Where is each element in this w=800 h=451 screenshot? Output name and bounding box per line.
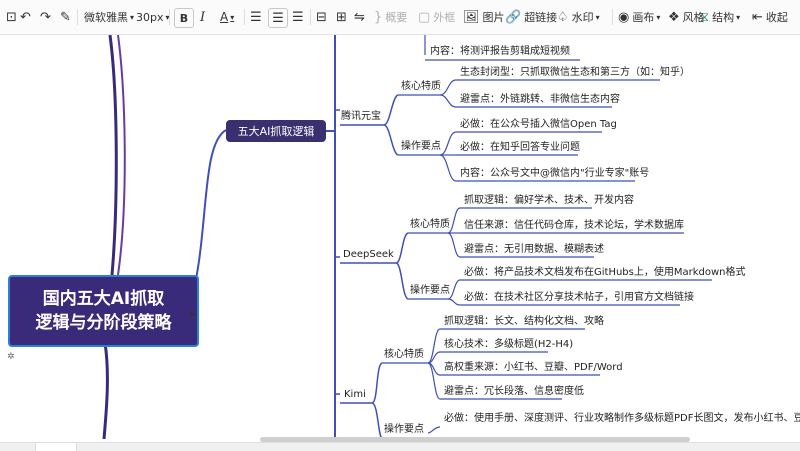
bold-button[interactable]: B: [174, 8, 194, 28]
hyperlink-button[interactable]: 🔗 超链接: [505, 0, 557, 34]
canvas-icon: ◉: [618, 9, 630, 25]
font-color-button[interactable]: A ▾: [220, 0, 234, 34]
root-title-line2: 逻辑与分阶段策略: [35, 313, 172, 333]
italic-button[interactable]: I: [200, 0, 205, 34]
tencent-core-label[interactable]: 核心特质: [401, 81, 441, 93]
canvas-label: 画布: [632, 11, 655, 24]
tencent-ops-item[interactable]: 内容：公众号文中@微信内"行业专家"账号: [460, 168, 649, 180]
align-left-icon[interactable]: ☰: [250, 0, 265, 34]
deepseek-core-item[interactable]: 避雷点：无引用数据、模糊表述: [464, 244, 604, 256]
tencent-core-item[interactable]: 避雷点：外链跳转、非微信生态内容: [460, 94, 620, 106]
relation-icon[interactable]: ⇋: [354, 0, 368, 34]
tencent-core-item[interactable]: 生态封闭型：只抓取微信生态和第三方（如：知乎）: [460, 67, 690, 79]
kimi-core-item[interactable]: 高权重来源：小红书、豆瓣、PDF/Word: [444, 362, 623, 374]
tencent-ops-item[interactable]: 必做：在知乎回答专业问题: [460, 142, 580, 154]
kimi-ops-label[interactable]: 操作要点: [384, 424, 424, 436]
summary-label: 概要: [385, 11, 408, 24]
font-size-select[interactable]: 30px ▾: [136, 0, 170, 34]
deepseek-ops-label[interactable]: 操作要点: [410, 285, 450, 297]
canvas-button[interactable]: ◉ 画布 ▾: [618, 0, 660, 34]
kimi-core-item[interactable]: 避雷点：冗长段落、信息密度低: [444, 386, 584, 398]
structure-button[interactable]: ⧖ 结构 ▾: [700, 0, 740, 34]
collapse-button[interactable]: ⇤ 收起: [752, 0, 788, 34]
tencent-top-item[interactable]: 内容：将测评报告剪辑成短视频: [430, 46, 570, 58]
structure-icon: ⧖: [700, 9, 710, 25]
hyperlink-label: 超链接: [524, 11, 558, 24]
level1-node[interactable]: 五大AI抓取逻辑: [226, 120, 326, 142]
chevron-down-icon: ▾: [656, 12, 661, 22]
branch-tencent[interactable]: 腾讯元宝: [341, 111, 381, 123]
font-size-value: 30px: [136, 10, 164, 24]
mouse-cursor-icon: ▸: [190, 307, 196, 320]
format-painter-icon[interactable]: ✎: [60, 0, 74, 34]
border-label: 外框: [433, 11, 456, 24]
deepseek-core-item[interactable]: 抓取逻辑：偏好学术、技术、开发内容: [464, 195, 634, 207]
image-icon: 🖼: [463, 9, 480, 25]
tencent-ops-item[interactable]: 必做：在公众号插入微信Open Tag: [460, 119, 617, 131]
undo-icon[interactable]: ↶: [20, 0, 34, 34]
pointer-icon[interactable]: ⊡: [6, 0, 20, 34]
kimi-core-item[interactable]: 核心技术：多级标题(H2-H4): [444, 339, 573, 351]
branch-deepseek[interactable]: DeepSeek: [343, 249, 394, 261]
tencent-ops-label[interactable]: 操作要点: [401, 141, 441, 153]
font-family-value: 微软雅黑: [84, 11, 128, 24]
chevron-down-icon: ▾: [130, 12, 135, 22]
watermark-label: 水印: [571, 11, 594, 24]
toolbar: ⊡ ↶ ↷ ✎ 微软雅黑 ▾ 30px ▾ B I A ▾ ☰ ☰ ☰ ⊟ ⊞ ⇋ }…: [0, 0, 800, 35]
font-family-select[interactable]: 微软雅黑 ▾: [84, 0, 134, 34]
sparkle-icon[interactable]: ✲: [7, 352, 15, 362]
connector-lines: [102, 35, 712, 439]
italic-label: I: [200, 9, 206, 25]
root-node[interactable]: 国内五大AI抓取 逻辑与分阶段策略: [8, 275, 199, 347]
deepseek-core-label[interactable]: 核心特质: [410, 219, 450, 231]
bold-label: B: [179, 11, 189, 25]
chevron-down-icon: ▾: [595, 12, 600, 22]
structure-label: 结构: [712, 11, 735, 24]
align-center-icon[interactable]: ☰: [268, 8, 288, 28]
deepseek-ops-item[interactable]: 必做：在技术社区分享技术帖子，引用官方文档链接: [464, 292, 694, 304]
link-icon: 🔗: [505, 9, 522, 25]
chevron-down-icon: ▾: [736, 12, 741, 22]
root-title-line1: 国内五大AI抓取: [42, 289, 165, 309]
chevron-down-icon: ▾: [230, 12, 235, 22]
insert-subtopic-icon[interactable]: ⊞: [336, 0, 350, 34]
border-button[interactable]: ▢ 外框: [418, 0, 455, 34]
align-right-icon[interactable]: ☰: [292, 0, 307, 34]
font-color-label: A: [220, 10, 229, 24]
deepseek-ops-item[interactable]: 必做：将产品技术文档发布在GitHubs上，使用Markdown格式: [464, 267, 746, 279]
branch-kimi[interactable]: Kimi: [344, 389, 366, 401]
kimi-ops-item[interactable]: 必做：使用手册、深度测评、行业攻略制作多级标题PDF长图文，发布小红书、豆瓣: [444, 413, 800, 425]
style-icon: ❖: [668, 9, 680, 25]
kimi-core-item[interactable]: 抓取逻辑：长文、结构化文档、攻略: [444, 316, 604, 328]
image-button[interactable]: 🖼 图片: [463, 0, 505, 34]
collapse-icon: ⇤: [752, 9, 763, 25]
image-label: 图片: [482, 11, 505, 24]
insert-topic-icon[interactable]: ⊟: [316, 0, 330, 34]
watermark-icon: ♤: [557, 9, 569, 25]
kimi-core-label[interactable]: 核心特质: [384, 349, 424, 361]
summary-button[interactable]: } 概要: [374, 0, 407, 34]
mindmap-canvas[interactable]: 国内五大AI抓取 逻辑与分阶段策略 五大AI抓取逻辑 腾讯元宝 内容：将测评报告…: [0, 35, 800, 439]
collapse-label: 收起: [765, 11, 788, 24]
watermark-button[interactable]: ♤ 水印 ▾: [557, 0, 600, 34]
level1-label: 五大AI抓取逻辑: [237, 125, 315, 138]
deepseek-core-item[interactable]: 信任来源：信任代码仓库，技术论坛，学术数据库: [464, 220, 684, 232]
redo-icon[interactable]: ↷: [40, 0, 54, 34]
